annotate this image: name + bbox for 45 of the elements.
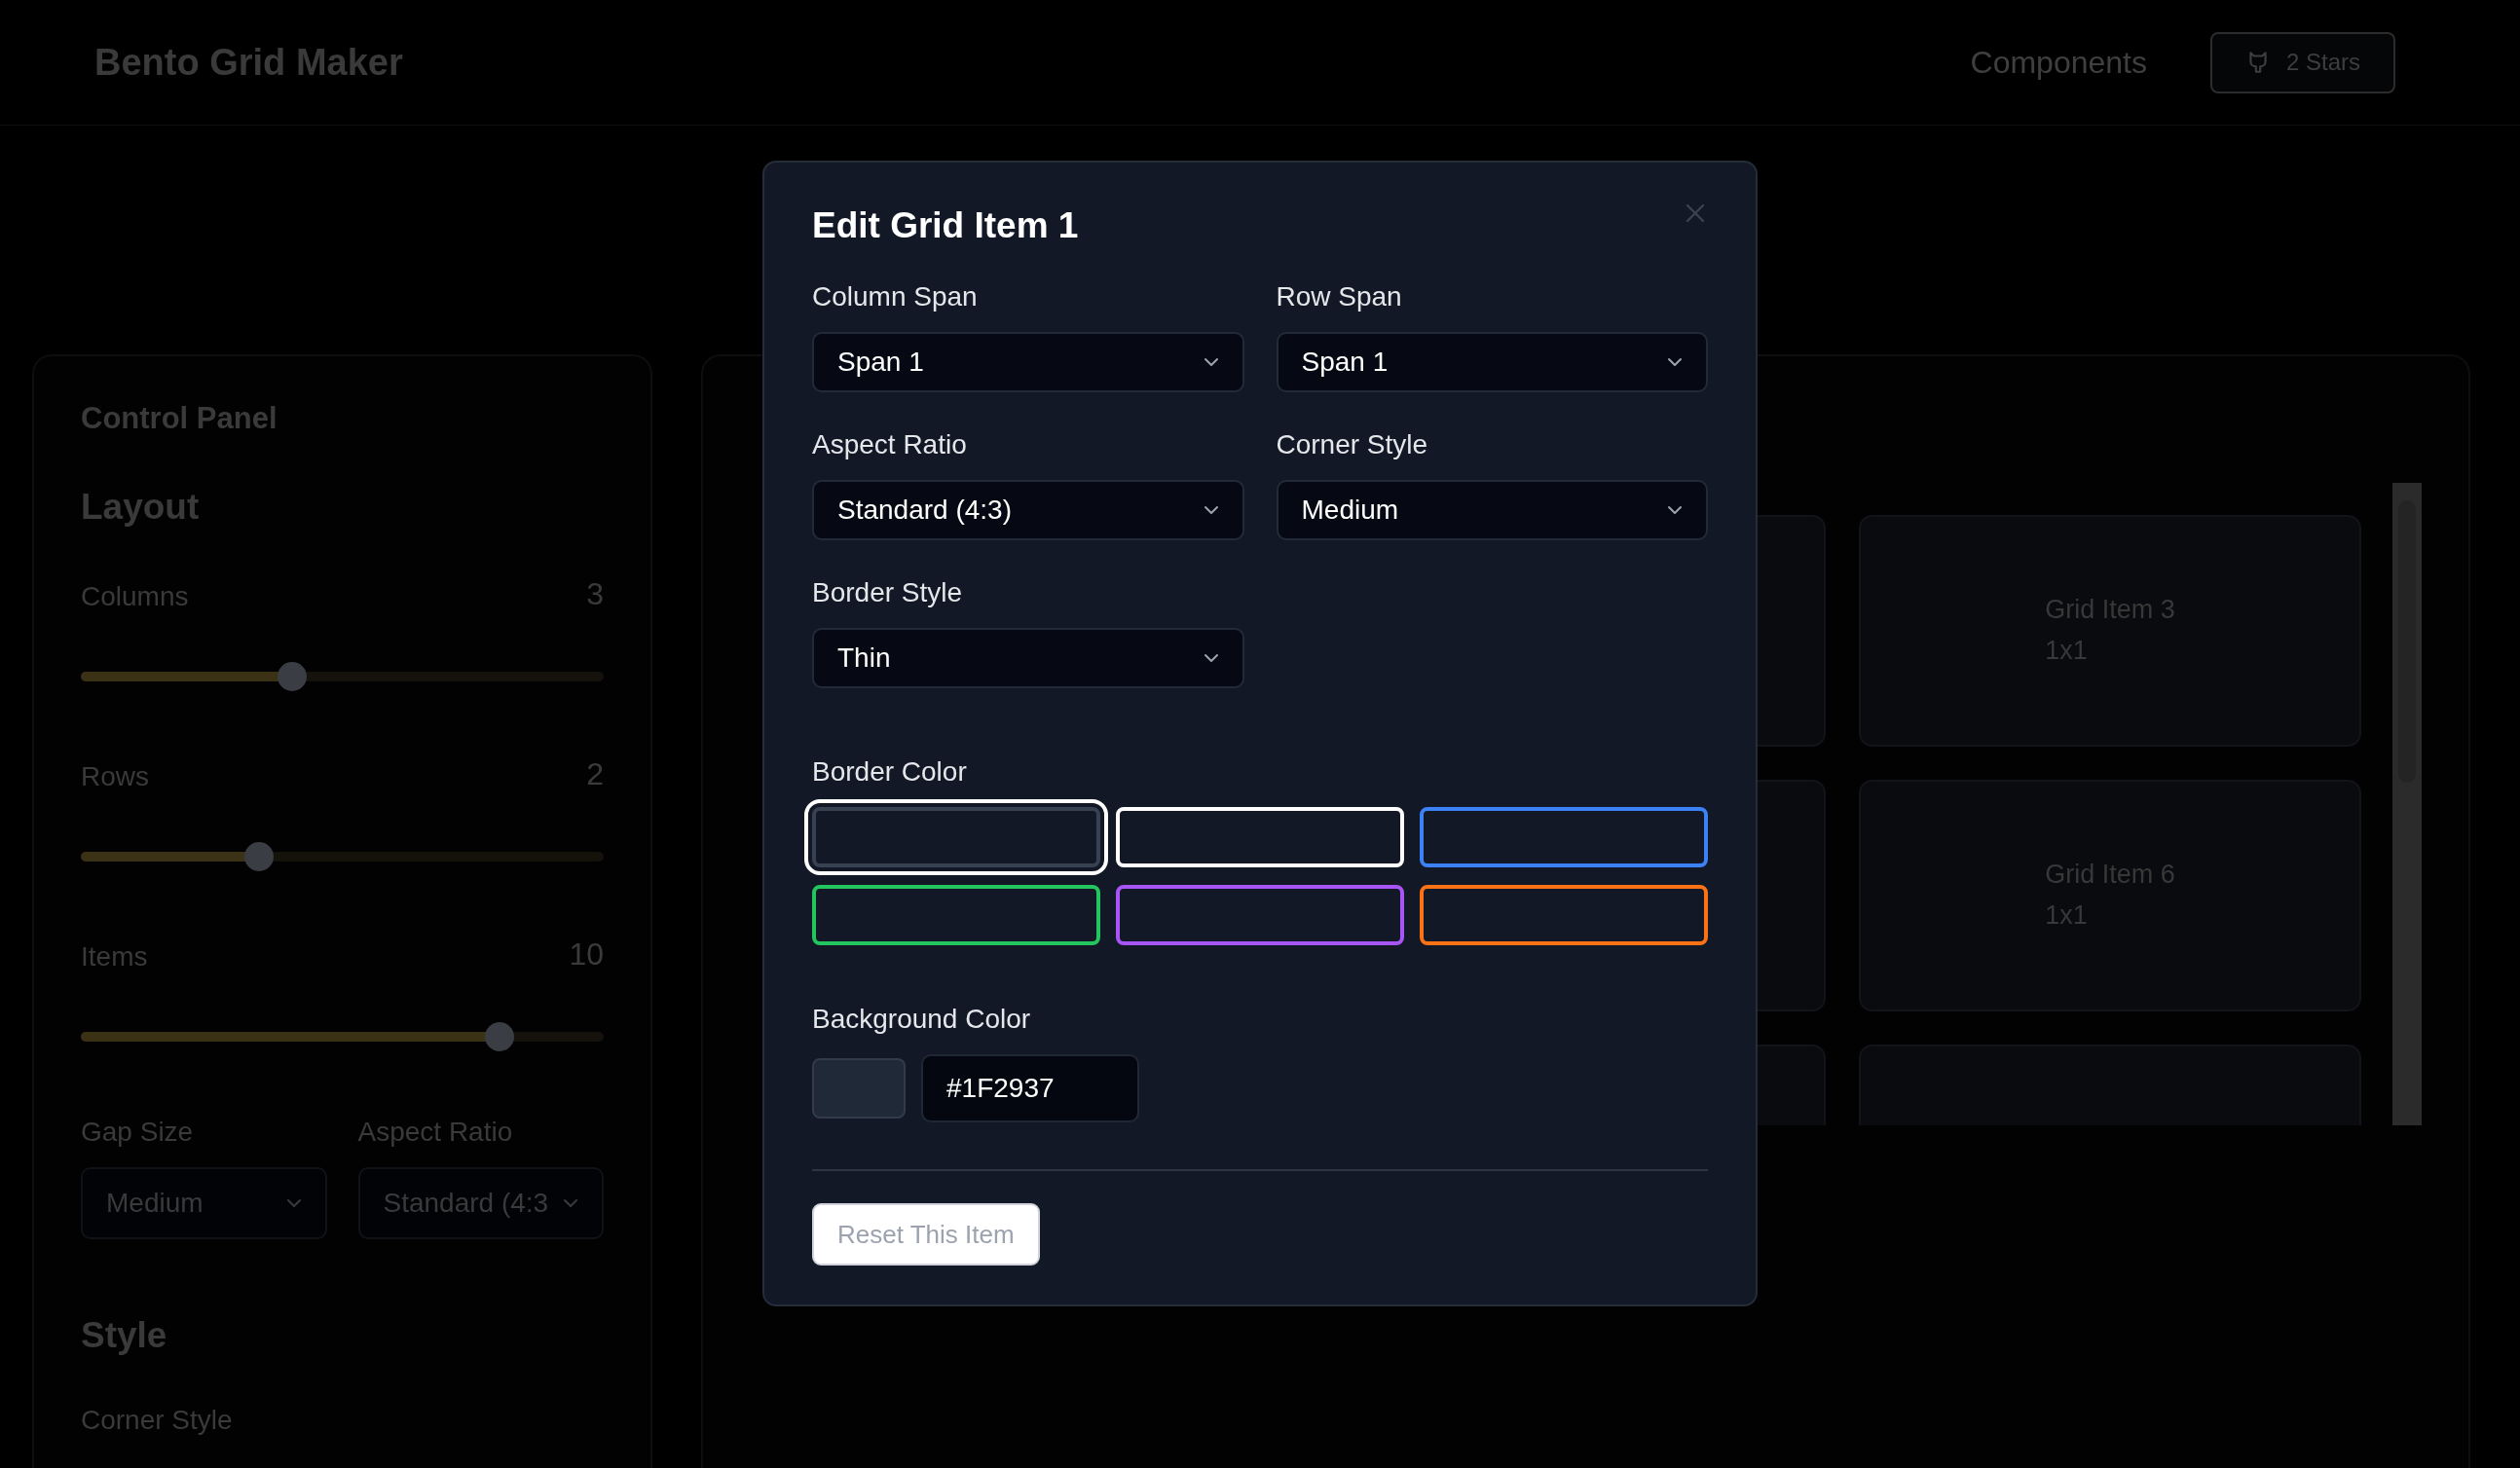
nav-link[interactable]: Components (1970, 44, 2147, 81)
field-label: Aspect Ratio (812, 429, 968, 460)
slider-label: Rows (81, 761, 149, 792)
field-label: Corner Style (1276, 429, 1429, 460)
color-swatch[interactable] (1420, 885, 1708, 945)
slider-label: Columns (81, 581, 189, 612)
color-swatch[interactable] (1420, 807, 1708, 867)
dropdown[interactable]: Standard (4:3 (357, 1167, 604, 1239)
slider-value: 2 (586, 756, 604, 792)
field-label: Border Color (812, 756, 968, 788)
dropdown[interactable]: Span 1 (812, 332, 1244, 392)
slider[interactable] (81, 841, 604, 872)
hex-input-field[interactable]: #1F2937 (921, 1054, 1139, 1122)
dropdown[interactable]: Standard (4:3) (812, 480, 1244, 540)
panel-title: Control Panel (81, 401, 278, 436)
field-label: Background Color (812, 1004, 1032, 1035)
slider-label: Items (81, 941, 148, 973)
scrollbar[interactable] (2392, 483, 2422, 1125)
app-title: Bento Grid Maker (94, 41, 404, 84)
dialog-title: Edit Grid Item 1 (812, 205, 1079, 246)
slider-thumb[interactable] (243, 842, 274, 871)
dropdown[interactable]: Span 1 (1276, 332, 1708, 392)
field-label: Aspect Ratio (357, 1117, 514, 1148)
section-heading: Style (81, 1315, 168, 1356)
reset-button[interactable]: Reset This Item (812, 1203, 1040, 1266)
slider[interactable] (81, 1021, 604, 1052)
section-heading: Layout (81, 487, 201, 528)
close-icon[interactable] (1684, 202, 1707, 225)
dropdown[interactable]: Medium (1276, 480, 1708, 540)
field-label: Border Style (812, 577, 964, 608)
slider-value: 10 (569, 936, 604, 973)
field-label: Gap Size (81, 1117, 195, 1148)
dropdown[interactable]: Thin (812, 628, 1244, 688)
stars-button[interactable]: 2 Stars (2209, 31, 2395, 93)
field-label: Column Span (812, 281, 979, 312)
slider[interactable] (81, 661, 604, 692)
field-label: Row Span (1276, 281, 1403, 312)
slider-thumb[interactable] (484, 1022, 514, 1051)
color-swatch[interactable] (812, 1058, 906, 1119)
field-label: Corner Style (81, 1405, 234, 1436)
color-swatch[interactable] (812, 885, 1100, 945)
color-swatch[interactable] (1116, 885, 1404, 945)
slider-thumb[interactable] (278, 662, 308, 691)
slider-value: 3 (586, 576, 604, 612)
dropdown[interactable]: Medium (81, 1167, 327, 1239)
